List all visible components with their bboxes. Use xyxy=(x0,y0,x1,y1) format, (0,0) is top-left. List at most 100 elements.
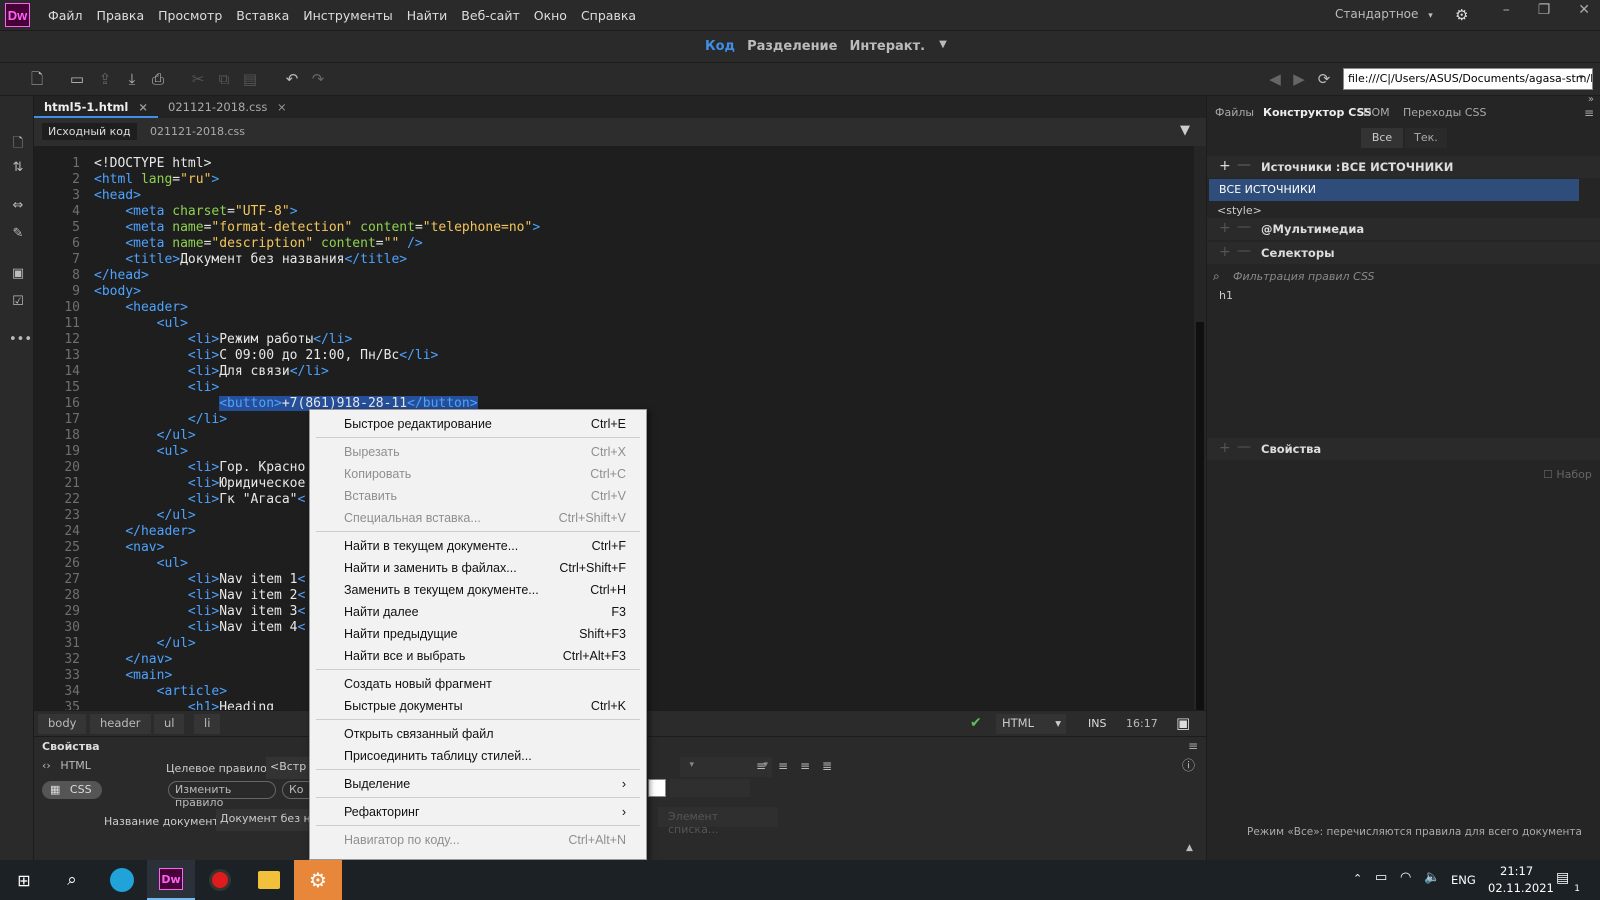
remove-icon[interactable]: — xyxy=(1237,157,1251,173)
tab-css-designer[interactable]: Конструктор CSS xyxy=(1263,106,1372,119)
search-button[interactable]: ⌕ xyxy=(48,860,96,900)
add-icon[interactable]: + xyxy=(1219,440,1231,456)
close-icon[interactable]: ✕ xyxy=(1578,2,1590,18)
back-arrow-icon[interactable]: ◀ xyxy=(1266,70,1284,88)
color-value-field[interactable] xyxy=(670,779,750,797)
edge-button[interactable] xyxy=(98,860,146,900)
filter-icon[interactable]: ▼ xyxy=(1180,123,1190,138)
chevron-down-icon[interactable]: ▾ xyxy=(1579,73,1584,83)
menu-tools[interactable]: Инструменты xyxy=(303,8,392,23)
url-field[interactable]: file:///C|/Users/ASUS/Documents/agasa-st… xyxy=(1343,68,1593,90)
code-line[interactable]: 3 <head> xyxy=(34,188,141,204)
cut-icon[interactable]: ✂ xyxy=(189,70,207,88)
clock-time[interactable]: 21:17 xyxy=(1500,864,1533,878)
sort-icon[interactable]: ⇅ xyxy=(9,160,27,178)
code-line[interactable]: 5 <meta name="format-detection" content=… xyxy=(34,220,540,236)
style-source-item[interactable]: <style> xyxy=(1217,204,1262,217)
menu-find[interactable]: Найти xyxy=(407,8,448,23)
notification-center[interactable]: ▤ 1 xyxy=(1556,870,1580,894)
context-menu-item[interactable]: Присоединить таблицу стилей... xyxy=(310,745,646,767)
minimize-icon[interactable]: – xyxy=(1503,2,1510,18)
battery-icon[interactable]: ▭ xyxy=(1375,870,1387,885)
code-line[interactable]: 1 <!DOCTYPE html> xyxy=(34,156,211,172)
context-menu-item[interactable]: Найти и заменить в файлах... Ctrl+Shift+F xyxy=(310,557,646,579)
window-size-icon[interactable]: ▣ xyxy=(1176,714,1190,732)
crumb-ul[interactable]: ul xyxy=(154,714,185,734)
code-line[interactable]: 25 <nav> xyxy=(34,540,164,556)
context-menu-item[interactable]: Создать новый фрагмент xyxy=(310,673,646,695)
remove-icon[interactable]: — xyxy=(1237,219,1251,235)
chevron-up-icon[interactable]: ⌃ xyxy=(1353,872,1362,885)
close-icon[interactable]: × xyxy=(277,100,287,114)
align-left-icon[interactable]: ≡ xyxy=(756,759,766,773)
set-checkbox[interactable]: ☐ Набор xyxy=(1543,468,1592,481)
insert-mode[interactable]: INS xyxy=(1088,717,1106,730)
code-line[interactable]: 18 </ul> xyxy=(34,428,195,444)
workspace-selector[interactable]: Стандартное ▾ xyxy=(1335,7,1433,21)
explorer-button[interactable] xyxy=(245,860,293,900)
add-icon[interactable]: + xyxy=(1219,244,1231,260)
context-menu-item[interactable]: Найти далее F3 xyxy=(310,601,646,623)
refresh-icon[interactable]: ⟳ xyxy=(1315,70,1333,88)
code-line[interactable]: 28 <li>Nav item 2< xyxy=(34,588,305,604)
comment-icon[interactable]: ▣ xyxy=(9,266,27,284)
undo-icon[interactable]: ↶ xyxy=(283,70,301,88)
menu-help[interactable]: Справка xyxy=(581,8,636,23)
code-line[interactable]: 11 <ul> xyxy=(34,316,188,332)
code-line[interactable]: 22 <li>Гк "Агаса"< xyxy=(34,492,305,508)
code-line[interactable]: 29 <li>Nav item 3< xyxy=(34,604,305,620)
editor-scrollbar[interactable] xyxy=(1194,146,1206,710)
help-icon[interactable]: ⓘ xyxy=(1182,755,1195,774)
volume-icon[interactable]: 🔈 xyxy=(1424,870,1440,885)
code-line[interactable]: 19 <ul> xyxy=(34,444,188,460)
code-line[interactable]: 4 <meta charset="UTF-8"> xyxy=(34,204,297,220)
open-folder-icon[interactable]: ▭ xyxy=(68,70,86,88)
code-line[interactable]: 21 <li>Юридическое xyxy=(34,476,305,492)
code-line[interactable]: 32 </nav> xyxy=(34,652,172,668)
tab-css-file[interactable]: 021121-2018.css × xyxy=(158,96,297,118)
code-line[interactable]: 20 <li>Гор. Красно xyxy=(34,460,305,476)
code-line[interactable]: 14 <li>Для связи</li> xyxy=(34,364,328,380)
restore-icon[interactable]: ❐ xyxy=(1538,2,1551,18)
code-line[interactable]: 34 <article> xyxy=(34,684,227,700)
filter-all-button[interactable]: Все xyxy=(1361,128,1403,148)
code-line[interactable]: 2 <html lang="ru"> xyxy=(34,172,219,188)
related-css-tab[interactable]: 021121-2018.css xyxy=(144,123,251,140)
code-line[interactable]: 8 </head> xyxy=(34,268,149,284)
code-line[interactable]: 9 <body> xyxy=(34,284,141,300)
code-line[interactable]: 17 </li> xyxy=(34,412,227,428)
chevron-down-icon[interactable]: ▼ xyxy=(939,39,947,54)
code-line[interactable]: 30 <li>Nav item 4< xyxy=(34,620,305,636)
file-icon[interactable]: 🗋 xyxy=(9,134,27,152)
code-line[interactable]: 23 </ul> xyxy=(34,508,195,524)
context-menu-item[interactable]: Найти в текущем документе... Ctrl+F xyxy=(310,535,646,557)
align-justify-icon[interactable]: ≣ xyxy=(822,759,832,773)
code-line[interactable]: 31 </ul> xyxy=(34,636,195,652)
code-line[interactable]: 33 <main> xyxy=(34,668,172,684)
expand-icon[interactable]: ⇔ xyxy=(9,198,27,216)
copy-icon[interactable]: ⧉ xyxy=(215,70,233,88)
selectors-filter[interactable]: ⌕ Фильтрация правил CSS xyxy=(1207,266,1600,288)
code-line[interactable]: 6 <meta name="description" content="" /> xyxy=(34,236,423,252)
collapse-up-icon[interactable]: ▲ xyxy=(1186,843,1193,853)
view-live[interactable]: Интеракт. xyxy=(849,39,925,54)
source-code-tab[interactable]: Исходный код xyxy=(42,123,137,140)
context-menu-item[interactable]: Рефакторинг › xyxy=(310,801,646,823)
close-icon[interactable]: × xyxy=(138,100,148,114)
context-menu-item[interactable]: Заменить в текущем документе... Ctrl+H xyxy=(310,579,646,601)
code-line[interactable]: 26 <ul> xyxy=(34,556,188,572)
css-mode-button[interactable]: ▦ CSS xyxy=(42,781,102,799)
gear-icon[interactable]: ⚙ xyxy=(1455,6,1468,24)
code-line[interactable]: 10 <header> xyxy=(34,300,188,316)
context-menu-item[interactable]: Найти предыдущие Shift+F3 xyxy=(310,623,646,645)
tab-dom[interactable]: DOM xyxy=(1363,106,1390,119)
menu-insert[interactable]: Вставка xyxy=(236,8,289,23)
add-icon[interactable]: + xyxy=(1219,158,1231,174)
menu-site[interactable]: Веб-сайт xyxy=(461,8,519,23)
collapse-panels-icon[interactable]: » xyxy=(1588,94,1594,105)
scroll-thumb[interactable] xyxy=(1196,322,1204,710)
code-line[interactable]: 35 <h1>Heading xyxy=(34,700,274,710)
edit-rule-button[interactable]: Изменить правило xyxy=(168,781,276,809)
recorder-button[interactable] xyxy=(196,860,244,900)
code-line[interactable]: 24 </header> xyxy=(34,524,195,540)
